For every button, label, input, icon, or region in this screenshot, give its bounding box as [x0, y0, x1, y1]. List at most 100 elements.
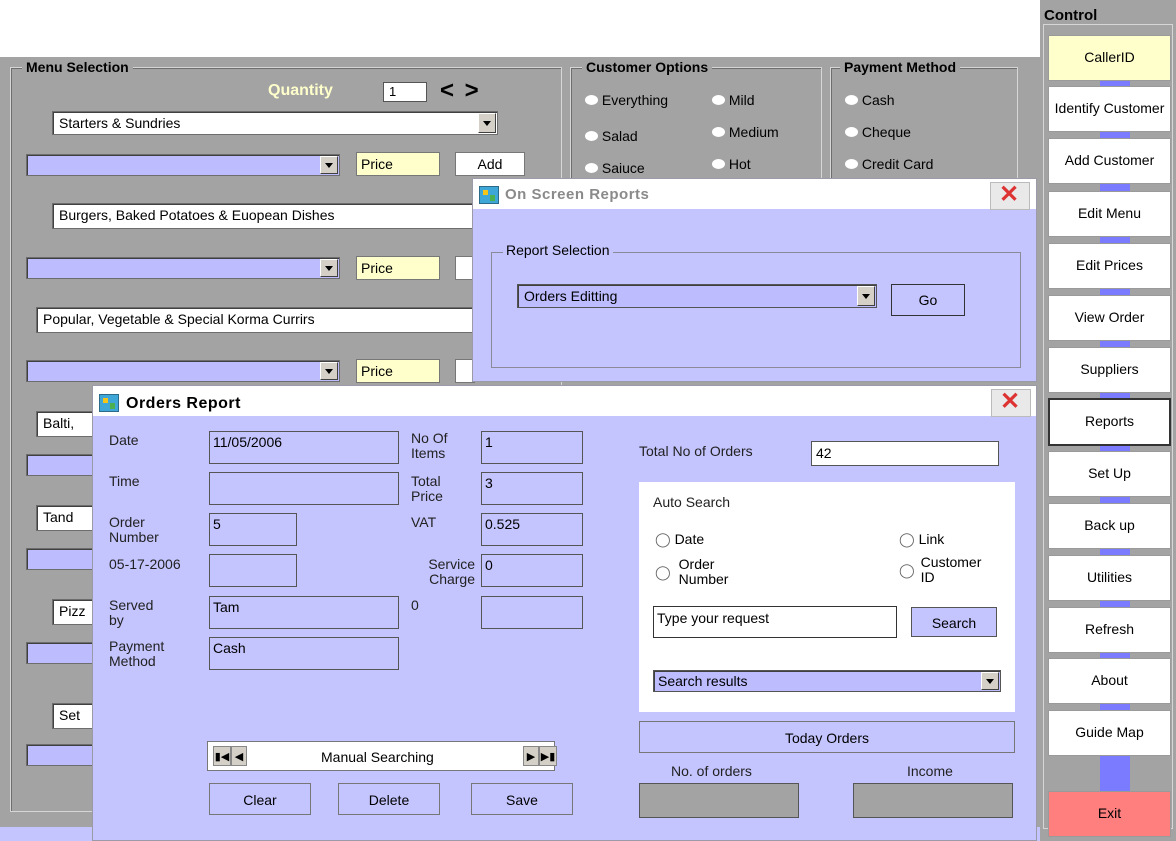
backup-button[interactable]: Back up [1048, 503, 1171, 549]
refresh-button[interactable]: Refresh [1048, 607, 1171, 653]
item-combo-3[interactable] [26, 360, 340, 382]
search-request-input[interactable]: Type your request [653, 606, 897, 638]
option-hot[interactable]: Hot [712, 156, 751, 172]
search-option-link[interactable]: ◯ Link [899, 531, 944, 548]
guide-map-button[interactable]: Guide Map [1048, 710, 1171, 756]
item-combo-1[interactable] [26, 154, 340, 176]
date2-field[interactable] [209, 554, 297, 587]
option-everything[interactable]: Everything [585, 92, 668, 108]
chevron-down-icon[interactable] [981, 672, 999, 690]
option-medium[interactable]: Medium [712, 124, 779, 140]
option-hot-label: Hot [728, 156, 751, 172]
option-mild[interactable]: Mild [712, 92, 755, 108]
setup-button[interactable]: Set Up [1048, 451, 1171, 497]
search-option-date[interactable]: ◯ Date [655, 531, 704, 548]
exit-button[interactable]: Exit [1048, 791, 1171, 837]
radio-icon[interactable]: ◯ [899, 531, 915, 547]
close-icon[interactable]: ✕ [991, 389, 1031, 417]
service-charge-label: Service Charge [428, 556, 475, 587]
identify-customer-button[interactable]: Identify Customer [1048, 86, 1171, 132]
payment-method-field[interactable]: Cash [209, 637, 399, 670]
save-button[interactable]: Save [471, 783, 573, 815]
date2-label: 05-17-2006 [109, 557, 181, 572]
no-items-field[interactable]: 1 [481, 431, 583, 464]
search-option-customer-id[interactable]: ◯ Customer ID [899, 555, 987, 585]
search-button[interactable]: Search [911, 607, 997, 637]
radio-icon[interactable] [585, 131, 598, 141]
edit-prices-button[interactable]: Edit Prices [1048, 243, 1171, 289]
report-selection-combo[interactable]: Orders Editting [517, 284, 877, 308]
category-combo-1[interactable]: Starters & Sundries [52, 111, 498, 135]
chevron-down-icon[interactable] [320, 362, 338, 380]
payment-method-label: Payment Method [109, 638, 165, 669]
time-field[interactable] [209, 472, 399, 505]
radio-icon[interactable] [712, 127, 725, 137]
last-record-icon[interactable]: ▶▮ [539, 746, 557, 766]
today-orders-button[interactable]: Today Orders [639, 721, 1015, 753]
option-sauce[interactable]: Saiuce [585, 160, 645, 176]
radio-icon[interactable] [845, 159, 858, 169]
prev-record-icon[interactable]: ◀ [231, 746, 247, 766]
payment-cheque[interactable]: Cheque [845, 124, 911, 140]
radio-icon[interactable] [845, 127, 858, 137]
about-button[interactable]: About [1048, 658, 1171, 704]
vat-label: VAT [411, 514, 437, 530]
app-icon [479, 186, 499, 204]
search-results-combo[interactable]: Search results [653, 670, 1001, 692]
report-selection-label: Report Selection [503, 242, 613, 258]
radio-icon[interactable]: ◯ [655, 564, 671, 581]
option-sauce-label: Saiuce [601, 160, 645, 176]
zero-field[interactable] [481, 596, 583, 629]
reports-button[interactable]: Reports [1048, 398, 1171, 446]
edit-menu-button[interactable]: Edit Menu [1048, 191, 1171, 237]
payment-cash[interactable]: Cash [845, 92, 895, 108]
radio-icon[interactable] [585, 95, 598, 105]
category-label-2: Burgers, Baked Potatoes & Euopean Dishes [59, 207, 335, 223]
suppliers-button[interactable]: Suppliers [1048, 347, 1171, 393]
delete-button[interactable]: Delete [338, 783, 440, 815]
radio-icon[interactable] [585, 163, 598, 173]
radio-icon[interactable] [712, 159, 725, 169]
quantity-label: Quantity [268, 82, 333, 99]
chevron-down-icon[interactable] [857, 286, 875, 306]
category-combo-2[interactable]: Burgers, Baked Potatoes & Euopean Dishes [52, 203, 482, 229]
option-salad[interactable]: Salad [585, 128, 638, 144]
view-order-button[interactable]: View Order [1048, 295, 1171, 341]
category-combo-3[interactable]: Popular, Vegetable & Special Korma Curri… [36, 307, 476, 333]
quantity-arrows[interactable]: < > [440, 77, 481, 105]
chevron-down-icon[interactable] [320, 259, 338, 277]
chevron-down-icon[interactable] [320, 156, 338, 174]
item-combo-2[interactable] [26, 257, 340, 279]
served-by-field[interactable]: Tam [209, 596, 399, 629]
add-customer-button[interactable]: Add Customer [1048, 138, 1171, 184]
option-mild-label: Mild [728, 92, 755, 108]
go-button[interactable]: Go [891, 284, 965, 316]
close-icon[interactable]: ✕ [990, 182, 1030, 210]
payment-credit-card-label: Credit Card [861, 156, 934, 172]
order-number-label: Order Number [109, 514, 159, 545]
radio-icon[interactable]: ◯ [899, 562, 915, 579]
search-option-order-number[interactable]: ◯ Order Number [655, 557, 739, 587]
first-record-icon[interactable]: ▮◀ [213, 746, 231, 766]
no-of-orders-field [639, 783, 799, 818]
utilities-button[interactable]: Utilities [1048, 555, 1171, 601]
search-option-date-label: Date [674, 531, 705, 547]
quantity-input[interactable]: 1 [383, 82, 427, 102]
radio-icon[interactable] [845, 95, 858, 105]
next-record-icon[interactable]: ▶ [523, 746, 539, 766]
payment-credit-card[interactable]: Credit Card [845, 156, 933, 172]
date-field[interactable]: 11/05/2006 [209, 431, 399, 464]
vat-field[interactable]: 0.525 [481, 513, 583, 546]
total-price-field[interactable]: 3 [481, 472, 583, 505]
chevron-down-icon[interactable] [478, 113, 496, 133]
clear-button[interactable]: Clear [209, 783, 311, 815]
total-orders-field[interactable]: 42 [811, 441, 999, 466]
order-number-field[interactable]: 5 [209, 513, 297, 546]
callerid-button[interactable]: CallerID [1048, 35, 1171, 81]
radio-icon[interactable] [712, 95, 725, 105]
category-label-4: Balti, [43, 415, 75, 431]
payment-cheque-label: Cheque [861, 124, 911, 140]
add-button[interactable]: Add [455, 152, 525, 176]
service-charge-field[interactable]: 0 [481, 554, 583, 587]
radio-icon[interactable]: ◯ [655, 531, 671, 547]
